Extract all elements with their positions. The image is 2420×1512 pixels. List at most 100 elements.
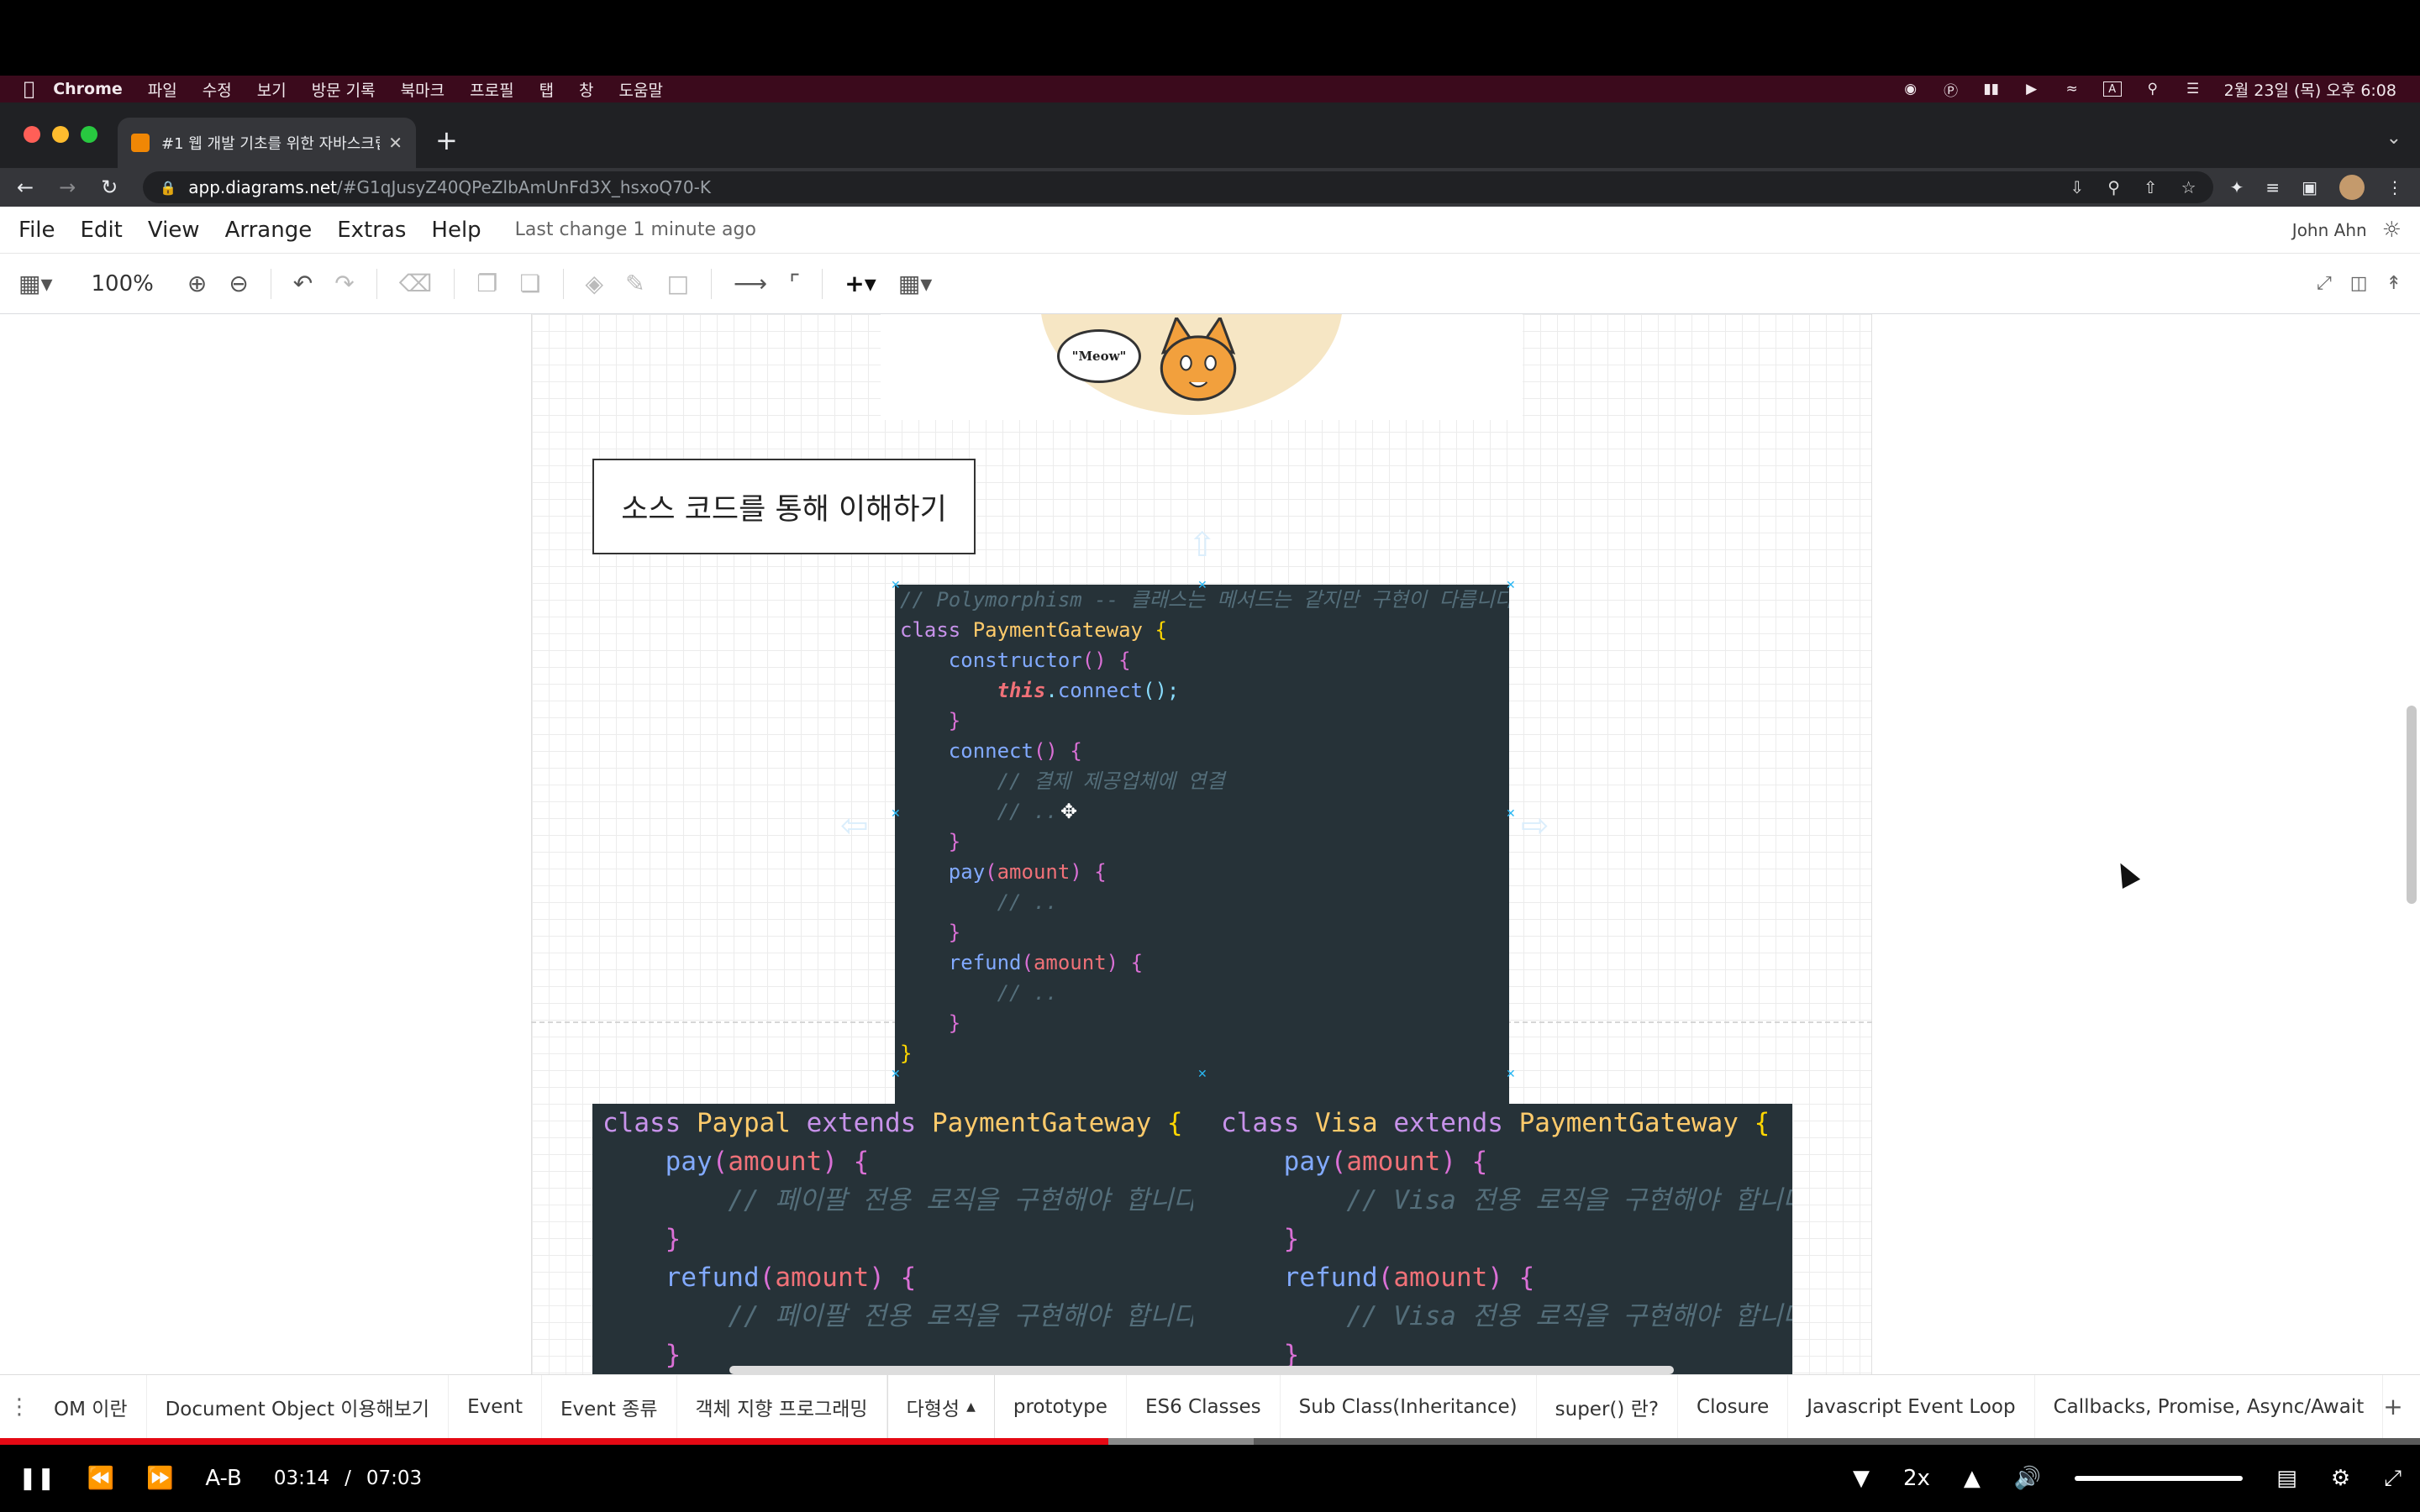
apple-icon[interactable]:  [24,79,34,100]
browser-tab-active[interactable]: #1 웹 개발 기초를 위한 자바스크립트 ✕ [118,118,416,168]
battery-icon[interactable]: ▮▮ [1982,81,2001,97]
drawio-menu-help[interactable]: Help [431,218,481,243]
menu-tab[interactable]: 탭 [539,78,554,101]
fast-forward-icon[interactable]: ⏩ [146,1466,173,1491]
menu-edit[interactable]: 수정 [203,78,232,101]
menu-view[interactable]: 보기 [257,78,287,101]
table-icon[interactable]: ▦▾ [898,270,933,297]
tab-search-chevron-icon[interactable]: ⌄ [2386,128,2402,149]
selection-handle[interactable]: ✕ [891,580,901,591]
selection-handle[interactable]: ✕ [1506,1068,1516,1080]
playback-speed[interactable]: 2x [1903,1466,1930,1491]
share-icon[interactable]: ⇧ [2144,177,2158,197]
menu-help[interactable]: 도움말 [619,78,663,101]
input-source-icon[interactable]: A [2102,81,2122,97]
menubar-clock[interactable]: 2월 23일 (목) 오후 6:08 [2224,78,2396,101]
drawio-menu-edit[interactable]: Edit [81,218,123,243]
selection-handle[interactable]: ✕ [1197,580,1207,591]
page-tab-event-loop[interactable]: Javascript Event Loop [1788,1374,2035,1439]
close-tab-icon[interactable]: ✕ [388,133,402,153]
menu-bookmarks[interactable]: 북마크 [401,78,445,101]
delete-icon[interactable]: ⌫ [399,270,433,297]
horizontal-scrollbar[interactable] [729,1366,1674,1374]
play-circle-icon[interactable]: ▶ [2023,81,2041,97]
collapse-toolbar-icon[interactable]: ↟ [2386,273,2402,294]
waypoints-icon[interactable]: ⌜ [789,270,800,297]
page-tab-closure[interactable]: Closure [1678,1374,1789,1439]
page-tab-document-object[interactable]: Document Object 이용해보기 [147,1374,450,1439]
connection-style-icon[interactable]: ⟶ [734,270,767,297]
selection-handle[interactable]: ✕ [1506,808,1516,820]
reading-list-icon[interactable]: ≡ [2265,177,2280,197]
fullscreen-icon[interactable]: ⤢ [2317,273,2332,294]
speed-down-icon[interactable]: ▼ [1853,1466,1870,1491]
page-tab-polymorphism[interactable]: 다형성 ▲ [886,1374,995,1439]
drawio-menu-extras[interactable]: Extras [337,218,406,243]
redo-icon[interactable]: ↷ [334,270,354,297]
format-panel-icon[interactable]: ▦▾ [18,270,53,297]
drawio-menu-view[interactable]: View [148,218,200,243]
vertical-scrollbar[interactable] [2407,706,2417,904]
selection-handle[interactable]: ✕ [1197,1068,1207,1080]
to-back-icon[interactable]: ❏ [519,270,540,297]
undo-icon[interactable]: ↶ [293,270,313,297]
back-icon[interactable]: ← [17,176,34,199]
page-tab-dom[interactable]: OM 이란 [35,1374,147,1439]
install-app-icon[interactable]: ⇩ [2070,177,2084,197]
pause-icon[interactable]: ❚❚ [18,1466,55,1491]
arrow-right-hint-icon[interactable]: ⇨ [1521,806,1549,845]
selection-handle[interactable]: ✕ [891,1068,901,1080]
captions-off-icon[interactable]: ▤ [2276,1466,2297,1491]
zoom-out-icon[interactable]: ⊖ [229,270,248,297]
volume-icon[interactable]: 🔊 [2014,1466,2041,1491]
grammarly-icon[interactable]: Ⓟ [1942,81,1960,100]
menu-history[interactable]: 방문 기록 [312,78,376,101]
page-tab-chevron-up-icon[interactable]: ▲ [966,1400,976,1414]
drawio-menu-file[interactable]: File [18,218,55,243]
page-tab-callbacks[interactable]: Callbacks, Promise, Async/Await [2035,1374,2384,1439]
arrow-left-hint-icon[interactable]: ⇦ [840,806,869,845]
insert-plus-icon[interactable]: +▾ [844,270,876,297]
page-tab-event-types[interactable]: Event 종류 [542,1374,677,1439]
shadow-icon[interactable]: □ [667,270,689,297]
volume-slider[interactable] [2075,1476,2244,1481]
section-title-box[interactable]: 소스 코드를 통해 이해하기 [592,459,976,554]
chrome-menu-icon[interactable]: ⋮ [2386,177,2403,197]
speed-up-icon[interactable]: ▲ [1964,1466,1981,1491]
new-tab-icon[interactable]: + [435,124,458,156]
format-toggle-icon[interactable]: ◫ [2350,273,2368,294]
menu-window[interactable]: 창 [579,78,593,101]
side-panel-icon[interactable]: ▣ [2302,177,2317,197]
cat-illustration[interactable]: "Meow" [881,314,1523,420]
diagram-canvas[interactable]: "Meow" 소스 코드를 통해 이해하기 ⇧ ⇦ ⇨ ⇩ // Polymor… [0,314,2420,1374]
menu-app-name[interactable]: Chrome [53,80,123,98]
menu-file[interactable]: 파일 [148,78,177,101]
zoom-select[interactable]: 100% [92,271,154,297]
selection-handle[interactable]: ✕ [1506,580,1516,591]
spotlight-search-icon[interactable]: ⚲ [2144,81,2162,97]
lock-icon[interactable]: 🔒 [160,180,176,196]
extensions-icon[interactable]: ✦ [2230,177,2244,197]
fullscreen-exit-icon[interactable]: ⤢ [2384,1466,2402,1492]
page-tab-subclass[interactable]: Sub Class(Inheritance) [1281,1374,1537,1439]
reload-icon[interactable]: ↻ [101,176,118,199]
page-tab-super[interactable]: super() 란? [1537,1374,1679,1439]
theme-toggle-icon[interactable]: ☼ [2382,218,2402,243]
bookmark-star-icon[interactable]: ☆ [2181,177,2196,197]
zoom-in-icon[interactable]: ⊕ [187,270,207,297]
page-tab-oop[interactable]: 객체 지향 프로그래밍 [677,1374,887,1439]
control-center-icon[interactable]: ☰ [2184,81,2202,97]
wifi-icon[interactable]: ≈ [2063,81,2081,97]
zoom-window-icon[interactable] [81,126,97,143]
selection-handle[interactable]: ✕ [891,808,901,820]
code-block-paypal[interactable]: class Paypal extends PaymentGateway { pa… [592,1104,1193,1374]
user-name[interactable]: John Ahn [2292,220,2367,240]
page-tab-event[interactable]: Event [449,1374,542,1439]
line-color-icon[interactable]: ✎ [625,270,644,297]
to-front-icon[interactable]: ❐ [476,270,497,297]
ab-repeat-button[interactable]: A-B [205,1466,242,1491]
code-block-visa[interactable]: class Visa extends PaymentGateway { pay(… [1214,1104,1792,1374]
fill-color-icon[interactable]: ◈ [586,270,604,297]
progress-played[interactable] [0,1438,1109,1445]
close-window-icon[interactable] [24,126,40,143]
